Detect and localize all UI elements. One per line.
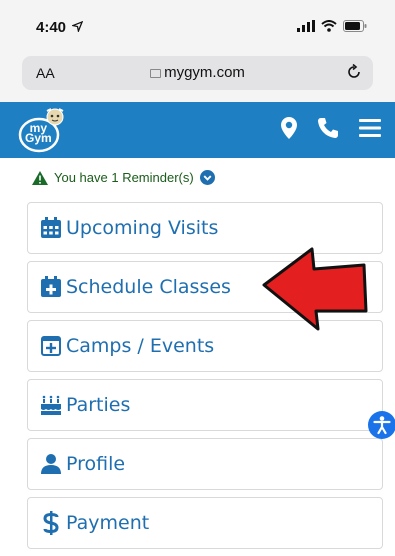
reload-icon[interactable] [345, 63, 363, 81]
menu-item-payment[interactable]: Payment [27, 497, 383, 549]
calendar-grid-icon [39, 217, 63, 239]
menu-item-label: Profile [66, 453, 126, 475]
status-time-text: 4:40 [36, 19, 67, 36]
location-arrow-icon [70, 20, 84, 34]
menu-item-profile[interactable]: Profile [27, 438, 383, 490]
plus-square-icon [39, 335, 63, 357]
chevron-down-circle-icon[interactable] [199, 170, 215, 185]
menu-item-label: Upcoming Visits [66, 217, 219, 239]
hamburger-menu-icon[interactable] [359, 118, 381, 138]
user-icon [39, 453, 63, 475]
calendar-plus-icon [39, 276, 63, 298]
url-text: mygym.com [164, 64, 245, 81]
menu-item-label: Schedule Classes [66, 276, 231, 298]
birthday-cake-icon [39, 394, 63, 416]
browser-toolbar: AA mygym.com [0, 48, 395, 102]
battery-icon [343, 20, 367, 32]
accessibility-button[interactable] [368, 411, 395, 439]
reminder-text: You have 1 Reminder(s) [54, 170, 194, 185]
dollar-icon [39, 511, 63, 535]
header-actions [281, 117, 381, 139]
signal-icon [297, 20, 315, 32]
map-marker-icon[interactable] [281, 117, 297, 139]
warning-triangle-icon [32, 170, 48, 185]
address-bar[interactable]: AA mygym.com [22, 56, 373, 90]
wifi-icon [321, 20, 337, 32]
reminder-banner[interactable]: You have 1 Reminder(s) [32, 170, 215, 185]
status-bar: 4:40 [0, 0, 395, 48]
status-time: 4:40 [36, 19, 84, 36]
menu-item-label: Camps / Events [66, 335, 215, 357]
phone-icon[interactable] [317, 117, 339, 139]
url-display[interactable]: mygym.com [22, 64, 373, 81]
mygym-logo[interactable]: my Gym [17, 105, 69, 155]
red-pointer-arrow [262, 247, 368, 331]
status-icons [297, 20, 367, 32]
lock-icon [150, 69, 162, 78]
menu-item-label: Parties [66, 394, 131, 416]
app-header: my Gym [0, 102, 395, 158]
accessibility-icon [373, 416, 391, 435]
logo-text: my Gym [25, 122, 52, 145]
menu-item-parties[interactable]: Parties [27, 379, 383, 431]
menu-item-label: Payment [66, 512, 150, 534]
logo-text-bottom: Gym [25, 131, 52, 145]
